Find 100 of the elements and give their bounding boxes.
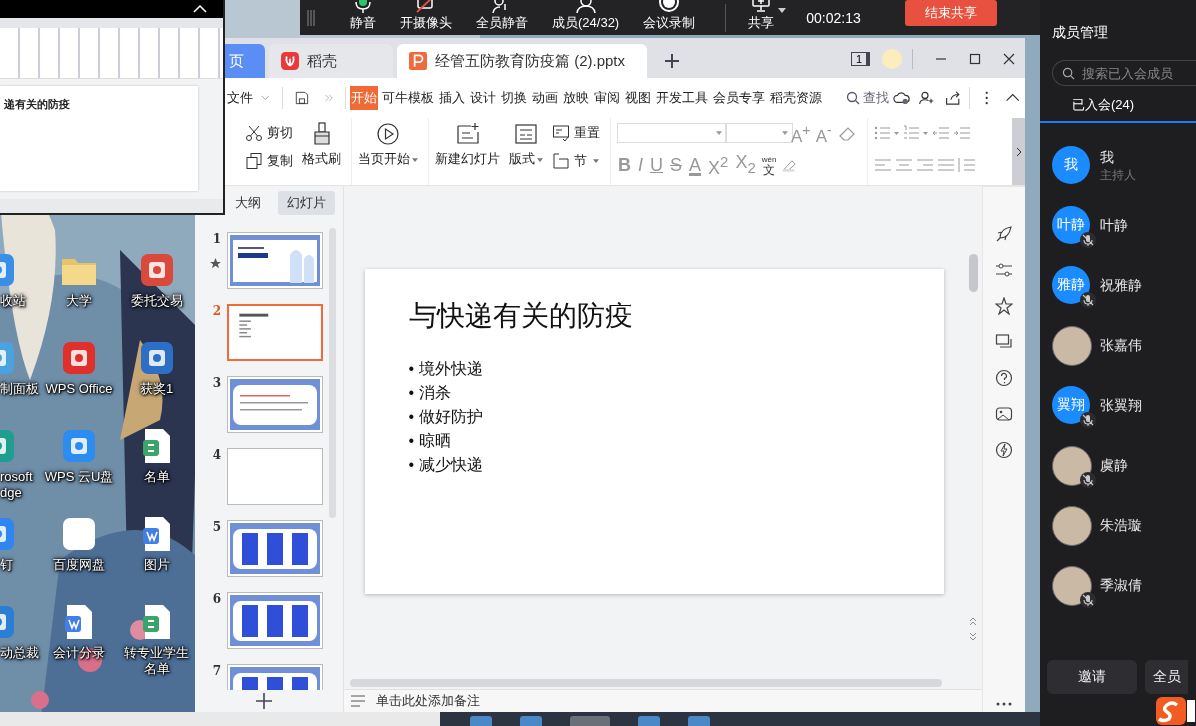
avatar: 叶静: [1052, 206, 1090, 244]
search-button[interactable]: 查找: [846, 89, 890, 107]
section-icon: [552, 152, 570, 170]
slide-title[interactable]: 与快递有关的防疫: [408, 296, 633, 335]
save-icon[interactable]: [294, 90, 309, 106]
scrollbar[interactable]: [350, 678, 942, 687]
ribbon-tab[interactable]: 放映: [562, 86, 591, 110]
bullet-point[interactable]: • 晾晒: [408, 428, 451, 453]
window-preview[interactable]: 递有关的防疫: [0, 0, 225, 215]
panel-button[interactable]: 全员: [1145, 660, 1188, 694]
panel-tab[interactable]: 幻灯片: [278, 191, 335, 215]
meeting-button[interactable]: 开摄像头: [400, 0, 452, 35]
ribbon-tab[interactable]: 会员专享: [712, 86, 767, 110]
reset-button[interactable]: 重置: [552, 122, 600, 144]
copy-button[interactable]: 复制: [245, 150, 293, 172]
cut-button[interactable]: 剪切: [245, 122, 293, 144]
new-slide-button[interactable]: 新建幻灯片: [435, 122, 500, 168]
ribbon-tab[interactable]: 设计: [469, 86, 498, 110]
meeting-button[interactable]: 全员静音: [476, 0, 528, 35]
panel-button[interactable]: 邀请: [1047, 660, 1137, 694]
end-share-button[interactable]: 结束共享: [904, 0, 997, 26]
add-slide-icon[interactable]: [256, 693, 272, 709]
slide-thumbnail[interactable]: [227, 448, 323, 505]
image-icon[interactable]: [995, 405, 1013, 423]
input-method-icon[interactable]: [1155, 696, 1195, 726]
slides-icon[interactable]: [995, 333, 1013, 351]
bullet-point[interactable]: • 消杀: [408, 380, 451, 405]
meeting-button[interactable]: 成员(24/32): [552, 0, 620, 35]
bullet-point[interactable]: • 境外快递: [408, 356, 483, 381]
ribbon-tab[interactable]: 切换: [500, 86, 529, 110]
lightning-icon[interactable]: [995, 441, 1013, 459]
sparkle-star-icon[interactable]: [995, 297, 1013, 315]
layout-button[interactable]: 版式: [509, 122, 543, 168]
play-from-current-button[interactable]: 当页开始: [358, 122, 418, 168]
desktop-icon-label[interactable]: 图片: [143, 557, 170, 573]
section-button[interactable]: 节: [552, 150, 600, 172]
scroll-down-icon[interactable]: [969, 632, 977, 642]
window-count-badge[interactable]: 1: [850, 52, 870, 66]
align-left-icon[interactable]: [873, 157, 892, 173]
desktop-icon-label[interactable]: 百度网盘: [53, 557, 105, 573]
line-spacing-icon[interactable]: [957, 157, 976, 173]
ribbon-tab[interactable]: 动画: [531, 86, 560, 110]
scrollbar[interactable]: [968, 254, 978, 292]
align-right-icon[interactable]: [915, 157, 934, 173]
share-icon[interactable]: [943, 90, 962, 106]
chevron-down-icon[interactable]: [261, 94, 270, 102]
ribbon-tab[interactable]: 稻壳资源: [769, 86, 824, 110]
cloud-icon[interactable]: [893, 90, 911, 106]
slide-thumbnail[interactable]: [227, 592, 323, 649]
ribbon-tab[interactable]: 视图: [624, 86, 653, 110]
bullet-point[interactable]: • 做好防护: [408, 404, 483, 429]
search-field[interactable]: 搜索已入会成员: [1052, 60, 1196, 86]
slide-canvas[interactable]: 与快递有关的防疫 • 境外快递 • 消杀 • 做好防护 • 晾晒 • 减少快递: [364, 268, 944, 594]
members-tab[interactable]: 已入会(24): [1071, 94, 1135, 121]
more-icon[interactable]: [995, 702, 1013, 706]
ribbon-tab[interactable]: 可牛模板: [381, 86, 436, 110]
document-tab[interactable]: 稻壳: [269, 44, 393, 78]
caret-icon[interactable]: [778, 8, 787, 13]
slide-thumbnail[interactable]: [227, 520, 323, 577]
share-button[interactable]: 共享: [748, 0, 775, 35]
star-icon[interactable]: [210, 258, 221, 269]
add-user-icon[interactable]: [918, 90, 936, 106]
numbered-list-icon[interactable]: [902, 125, 929, 141]
align-center-icon[interactable]: [894, 157, 913, 173]
format-painter-button[interactable]: 格式刷: [302, 122, 341, 168]
decrease-indent-icon[interactable]: [931, 125, 950, 141]
panel-tab[interactable]: 大纲: [226, 191, 270, 215]
sliders-icon[interactable]: [995, 261, 1013, 279]
bullet-list-icon[interactable]: [873, 125, 900, 141]
ribbon-tab[interactable]: 开发工具: [655, 86, 710, 110]
slide-number: 3: [212, 376, 221, 390]
member-name: 祝雅静: [1100, 277, 1142, 295]
caret-icon: [593, 159, 599, 163]
help-icon[interactable]: [995, 369, 1013, 387]
bullet-point[interactable]: • 减少快递: [408, 452, 483, 477]
notes-icon[interactable]: [350, 695, 366, 707]
slide-thumbnail[interactable]: [227, 376, 323, 433]
meeting-button[interactable]: 会议录制: [643, 0, 696, 35]
scroll-up-icon[interactable]: [969, 616, 977, 626]
desktop-icon-label[interactable]: 名单: [143, 469, 170, 485]
maximize-icon[interactable]: [969, 53, 981, 65]
document-tab[interactable]: 经管五防教育防疫篇 (2).pptx: [397, 44, 647, 78]
notes-placeholder[interactable]: 单击此处添加备注: [376, 692, 480, 710]
phonetic-guide-button[interactable]: wén 文: [761, 154, 777, 176]
ribbon-tab[interactable]: 插入: [438, 86, 467, 110]
meeting-button[interactable]: 静音: [350, 0, 376, 35]
file-menu[interactable]: 文件: [227, 89, 253, 107]
ribbon-tab[interactable]: 审阅: [593, 86, 622, 110]
increase-indent-icon[interactable]: [952, 125, 971, 141]
justify-icon[interactable]: [936, 157, 955, 173]
slide-thumbnail[interactable]: [227, 232, 323, 289]
close-icon[interactable]: [1003, 53, 1015, 65]
rocket-icon[interactable]: [995, 225, 1013, 243]
desktop-icon-label[interactable]: 转专业学生名单: [119, 645, 194, 677]
copy-icon: [245, 152, 263, 170]
slide-thumbnail[interactable]: [227, 304, 323, 361]
chevron-up-icon[interactable]: [193, 5, 207, 13]
drag-handle-icon[interactable]: [306, 8, 316, 27]
add-tab-icon[interactable]: [665, 54, 679, 68]
desktop-icon-label[interactable]: 委托交易: [130, 293, 183, 309]
